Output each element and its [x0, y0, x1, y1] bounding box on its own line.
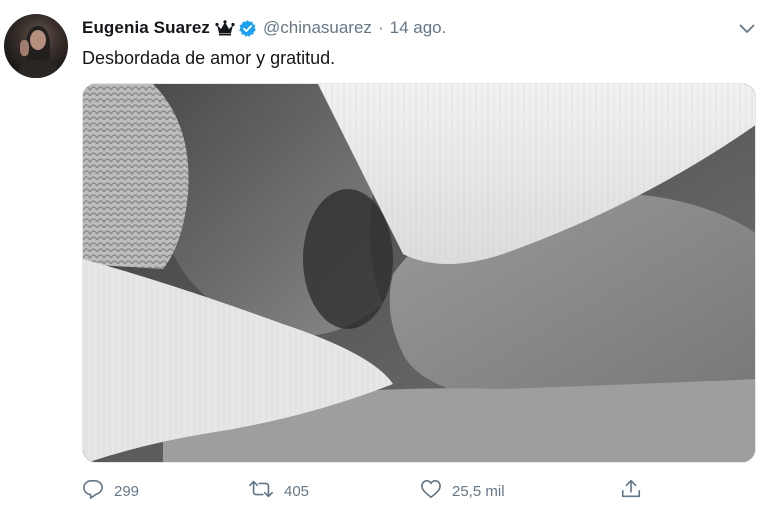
avatar[interactable] — [4, 14, 68, 78]
retweet-button[interactable]: 405 — [248, 476, 309, 506]
like-count: 25,5 mil — [452, 482, 505, 500]
tweet-timestamp[interactable]: 14 ago. — [390, 18, 447, 38]
chevron-down-icon — [739, 21, 755, 39]
author-name[interactable]: Eugenia Suarez — [82, 18, 210, 38]
avatar-shoulder — [18, 60, 58, 78]
tweet-actions: 299 405 25,5 mil — [82, 476, 756, 506]
avatar-face — [30, 30, 46, 50]
more-options-button[interactable] — [736, 20, 758, 40]
tweet-header: Eugenia Suarez @chinasuarez · 14 ago. — [82, 15, 446, 41]
reply-count: 299 — [114, 482, 140, 500]
tweet-photo[interactable] — [82, 83, 756, 463]
separator-dot: · — [377, 18, 384, 37]
share-icon — [620, 478, 642, 504]
retweet-count: 405 — [284, 482, 310, 500]
share-button[interactable] — [620, 476, 642, 506]
crown-icon — [215, 20, 235, 36]
tweet-text: Desbordada de amor y gratitud. — [82, 48, 336, 68]
like-button[interactable]: 25,5 mil — [420, 476, 505, 506]
avatar-hand — [20, 40, 29, 56]
tweet[interactable]: Eugenia Suarez @chinasuarez · 14 ago. De… — [0, 0, 768, 517]
heart-icon — [420, 479, 442, 503]
author-handle[interactable]: @chinasuarez — [263, 18, 372, 38]
reply-button[interactable]: 299 — [82, 476, 139, 506]
retweet-icon — [248, 479, 274, 503]
reply-icon — [82, 479, 104, 503]
photo-image — [83, 84, 755, 462]
verified-icon — [238, 19, 257, 38]
